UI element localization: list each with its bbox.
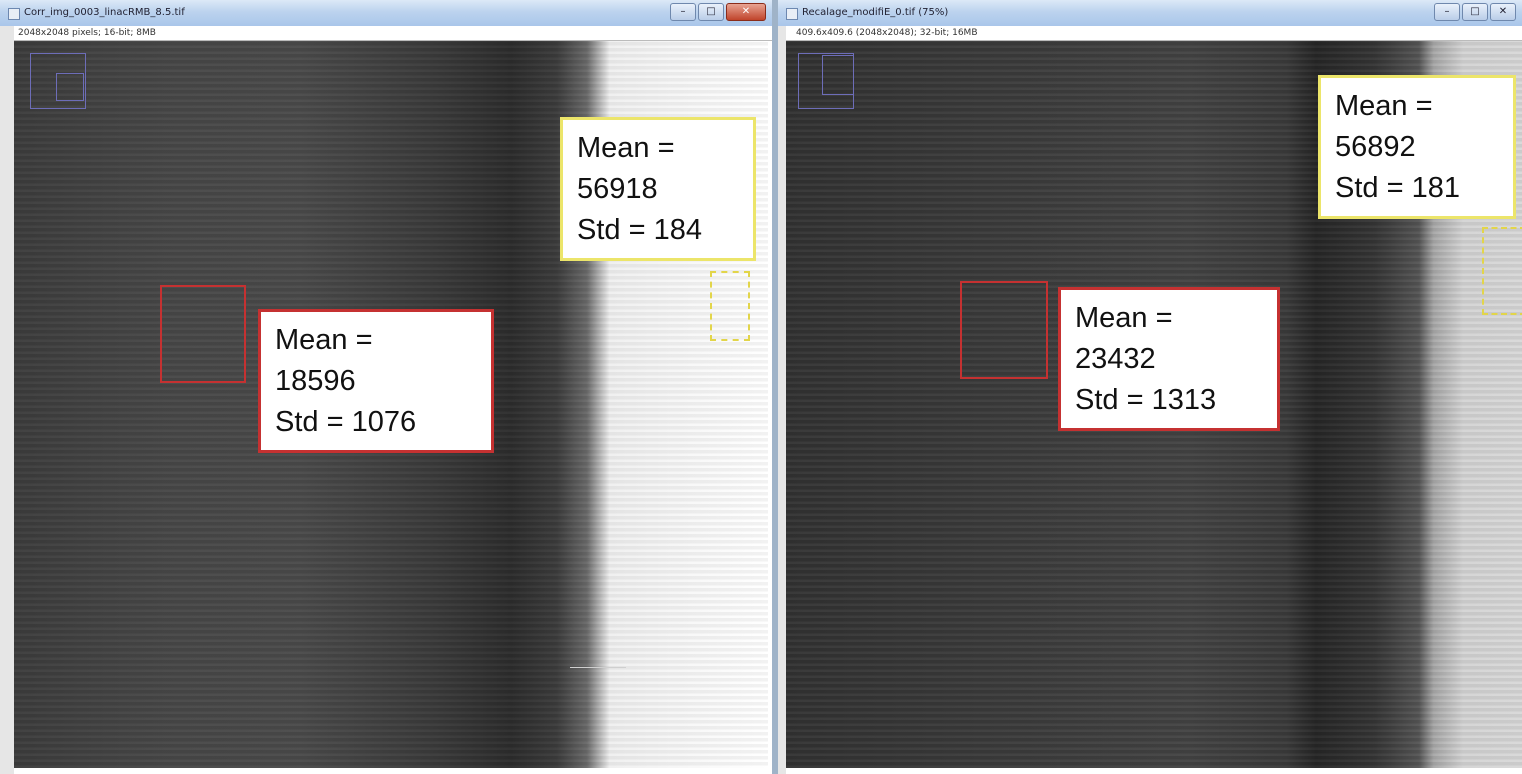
window-controls: – □ ✕ <box>1434 3 1516 21</box>
title-bar[interactable]: Recalage_modifiE_0.tif (75%) – □ ✕ <box>778 0 1522 27</box>
std-value: Std = 1076 <box>275 406 417 438</box>
minimize-icon[interactable]: – <box>1434 3 1460 21</box>
image-canvas[interactable]: Mean = 18596 Std = 1076 Mean = 56918 Std… <box>14 41 768 768</box>
title-bar[interactable]: Corr_img_0003_linacRMB_8.5.tif – □ ✕ <box>0 0 772 27</box>
image-info-text: 409.6x409.6 (2048x2048); 32-bit; 16MB <box>796 28 978 38</box>
roi-bright-rectangle[interactable] <box>1482 227 1522 315</box>
roi-dark-rectangle[interactable] <box>960 281 1048 379</box>
mean-label: Mean = <box>1335 90 1433 122</box>
roi-bright-rectangle[interactable] <box>710 271 750 341</box>
navigator-viewport <box>56 73 84 101</box>
close-icon[interactable]: ✕ <box>1490 3 1516 21</box>
maximize-icon[interactable]: □ <box>698 3 724 21</box>
window-border <box>0 26 14 774</box>
window-title: Corr_img_0003_linacRMB_8.5.tif <box>24 7 185 18</box>
image-info-bar: 409.6x409.6 (2048x2048); 32-bit; 16MB <box>778 26 1522 41</box>
mean-label: Mean = <box>275 324 373 356</box>
window-controls: – □ ✕ <box>670 3 766 21</box>
mean-label: Mean = <box>1075 302 1173 334</box>
left-image-window: Corr_img_0003_linacRMB_8.5.tif – □ ✕ 204… <box>0 0 772 774</box>
mean-label: Mean = <box>577 132 675 164</box>
right-image-window: Recalage_modifiE_0.tif (75%) – □ ✕ 409.6… <box>778 0 1522 774</box>
image-info-text: 2048x2048 pixels; 16-bit; 8MB <box>18 28 156 38</box>
mean-value: 18596 <box>275 365 356 397</box>
std-value: Std = 181 <box>1335 172 1460 204</box>
ruler-mark <box>570 667 626 668</box>
std-value: Std = 184 <box>577 214 702 246</box>
mean-value: 23432 <box>1075 343 1156 375</box>
roi-dark-stats: Mean = 18596 Std = 1076 <box>258 309 494 453</box>
window-title: Recalage_modifiE_0.tif (75%) <box>802 7 949 18</box>
app-icon <box>786 8 798 20</box>
roi-dark-rectangle[interactable] <box>160 285 246 383</box>
roi-bright-stats: Mean = 56918 Std = 184 <box>560 117 756 261</box>
mean-value: 56892 <box>1335 131 1416 163</box>
std-value: Std = 1313 <box>1075 384 1217 416</box>
roi-dark-stats: Mean = 23432 Std = 1313 <box>1058 287 1280 431</box>
image-canvas[interactable]: Mean = 23432 Std = 1313 Mean = 56892 Std… <box>786 41 1522 768</box>
close-icon[interactable]: ✕ <box>726 3 766 21</box>
roi-bright-stats: Mean = 56892 Std = 181 <box>1318 75 1516 219</box>
image-info-bar: 2048x2048 pixels; 16-bit; 8MB <box>0 26 772 41</box>
app-icon <box>8 8 20 20</box>
mean-value: 56918 <box>577 173 658 205</box>
minimize-icon[interactable]: – <box>670 3 696 21</box>
window-border <box>778 26 786 774</box>
maximize-icon[interactable]: □ <box>1462 3 1488 21</box>
navigator-viewport <box>822 55 854 95</box>
